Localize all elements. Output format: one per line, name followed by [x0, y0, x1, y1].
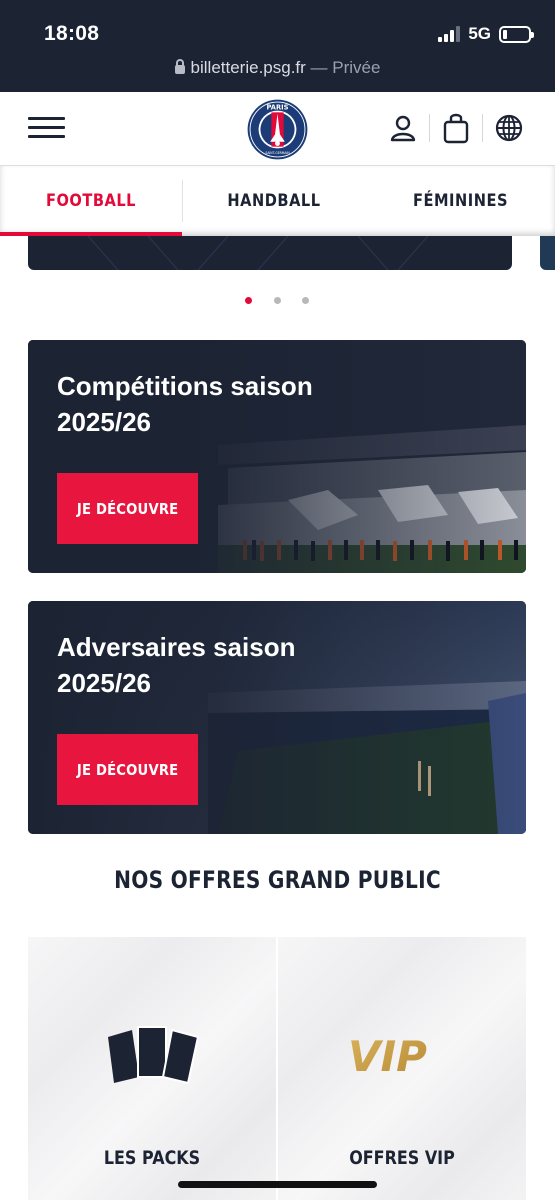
status-bar: 18:08 5G billetterie.psg.fr — Privée [0, 0, 555, 92]
carousel-dot[interactable] [245, 297, 252, 304]
user-icon[interactable] [387, 110, 419, 146]
carousel-next-slide[interactable] [540, 236, 555, 270]
cellular-signal-icon [438, 26, 461, 42]
url-separator: — [310, 58, 328, 77]
offers-section-title: NOS OFFRES GRAND PUBLIC [114, 866, 441, 894]
globe-icon[interactable] [493, 110, 525, 146]
home-indicator[interactable] [178, 1181, 377, 1188]
offer-packs[interactable]: LES PACKS [28, 937, 276, 1200]
adversaires-card[interactable]: Adversaires saison 2025/26 JE DÉCOUVRE [28, 601, 526, 834]
shopping-bag-icon[interactable] [440, 110, 472, 146]
tab-feminines[interactable]: FÉMININES [379, 166, 542, 236]
address-bar[interactable]: billetterie.psg.fr — Privée [0, 58, 555, 78]
discover-button[interactable]: JE DÉCOUVRE [57, 734, 198, 805]
logo-text-top: PARIS [267, 103, 289, 111]
tab-divider [182, 180, 183, 222]
tab-football[interactable]: FOOTBALL [13, 166, 170, 236]
sport-tabs: FOOTBALL HANDBALL FÉMININES [0, 166, 555, 236]
offer-vip[interactable]: VIP OFFRES VIP [278, 937, 526, 1200]
header-divider [482, 114, 483, 142]
url-text: billetterie.psg.fr [190, 58, 306, 77]
private-label: Privée [332, 58, 381, 77]
competitions-card[interactable]: Compétitions saison 2025/26 JE DÉCOUVRE [28, 340, 526, 573]
psg-logo[interactable]: PARIS SAINT-GERMAIN [247, 99, 308, 160]
carousel-dot[interactable] [302, 297, 309, 304]
status-indicators: 5G [438, 24, 534, 44]
network-type: 5G [468, 24, 491, 43]
carousel-dot[interactable] [274, 297, 281, 304]
header-actions [387, 110, 525, 146]
offer-label: LES PACKS [103, 1147, 201, 1169]
vip-logo-icon: VIP [348, 1033, 427, 1077]
header-divider [429, 114, 430, 142]
card-title: Adversaires saison 2025/26 [57, 632, 296, 698]
lock-icon [174, 59, 185, 74]
vip-logo-text: VIP [348, 1033, 427, 1077]
card-title: Compétitions saison 2025/26 [57, 371, 313, 437]
site-header: PARIS SAINT-GERMAIN [0, 92, 555, 166]
carousel-slide[interactable] [28, 236, 512, 270]
discover-button[interactable]: JE DÉCOUVRE [57, 473, 198, 544]
menu-icon[interactable] [28, 115, 65, 141]
status-time: 18:08 [44, 22, 100, 45]
carousel-dots [0, 297, 555, 307]
tab-handball[interactable]: HANDBALL [195, 166, 353, 236]
logo-text-bottom: SAINT-GERMAIN [265, 151, 289, 155]
offer-label: OFFRES VIP [349, 1147, 455, 1169]
battery-icon [499, 25, 534, 43]
ticket-cards-icon [108, 1026, 200, 1085]
